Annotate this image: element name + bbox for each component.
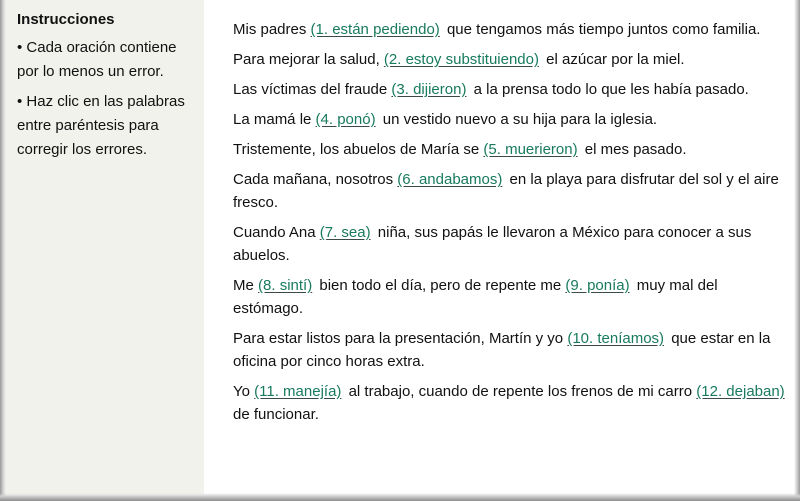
- sentence: Cada mañana, nosotros (6. andabamos) en …: [233, 168, 788, 214]
- frame-edge-bottom: [0, 493, 800, 501]
- frame-edge-right: [794, 0, 800, 501]
- sentence: Para estar listos para la presentación, …: [233, 327, 788, 373]
- error-word-link[interactable]: (10. teníamos): [567, 330, 667, 347]
- sentence-text: Yo: [233, 383, 255, 400]
- error-word-link[interactable]: (11. manejía): [254, 383, 344, 400]
- sentence-text: el mes pasado.: [580, 141, 687, 158]
- sentence-text: Cada mañana, nosotros: [233, 171, 398, 188]
- error-word-link[interactable]: (7. sea): [320, 224, 374, 241]
- sentence-text: Me: [233, 277, 259, 294]
- instruction-item: • Cada oración contiene por lo menos un …: [17, 39, 177, 80]
- sentence-text: que tengamos más tiempo juntos como fami…: [442, 21, 761, 38]
- sentence-text: a la prensa todo lo que les había pasado…: [469, 81, 749, 98]
- sentence: Tristemente, los abuelos de María se (5.…: [233, 138, 788, 161]
- exercise-frame: Instrucciones • Cada oración contiene po…: [0, 0, 800, 501]
- error-word-link[interactable]: (9. ponía): [565, 277, 632, 294]
- sentence-text: La mamá le: [233, 111, 316, 128]
- sentence-text: bien todo el día, pero de repente me: [315, 277, 566, 294]
- sentence-list: Mis padres (1. están pediendo) que tenga…: [233, 18, 788, 433]
- sentence: Yo (11. manejía) al trabajo, cuando de r…: [233, 380, 788, 426]
- sentence: Me (8. sintí) bien todo el día, pero de …: [233, 274, 788, 320]
- sentence-text: un vestido nuevo a su hija para la igles…: [378, 111, 658, 128]
- sentence: La mamá le (4. ponó) un vestido nuevo a …: [233, 108, 788, 131]
- error-word-link[interactable]: (6. andabamos): [397, 171, 505, 188]
- instruction-item: • Haz clic en las palabras entre parénte…: [17, 93, 185, 158]
- sentence-text: Para estar listos para la presentación, …: [233, 330, 568, 347]
- sentence-text: Mis padres: [233, 21, 311, 38]
- sentence-text: de funcionar.: [233, 406, 319, 423]
- sentence: Cuando Ana (7. sea) niña, sus papás le l…: [233, 221, 788, 267]
- frame-edge-left: [0, 0, 6, 501]
- sentence-text: Cuando Ana: [233, 224, 320, 241]
- error-word-link[interactable]: (12. dejaban): [696, 383, 787, 400]
- sentence-text: al trabajo, cuando de repente los frenos…: [344, 383, 697, 400]
- error-word-link[interactable]: (2. estoy substituiendo): [384, 51, 542, 68]
- error-word-link[interactable]: (1. están pediendo): [311, 21, 443, 38]
- sentence-text: Las víctimas del fraude: [233, 81, 392, 98]
- sentence: Las víctimas del fraude (3. dijieron) a …: [233, 78, 788, 101]
- instructions-panel: Instrucciones • Cada oración contiene po…: [4, 0, 204, 494]
- error-word-link[interactable]: (8. sintí): [258, 277, 315, 294]
- sentence-text: el azúcar por la miel.: [542, 51, 685, 68]
- sentence: Para mejorar la salud, (2. estoy substit…: [233, 48, 788, 71]
- sentence-text: Para mejorar la salud,: [233, 51, 384, 68]
- sentence-text: Tristemente, los abuelos de María se: [233, 141, 484, 158]
- error-word-link[interactable]: (4. ponó): [316, 111, 379, 128]
- instructions-title: Instrucciones: [17, 11, 115, 28]
- error-word-link[interactable]: (3. dijieron): [391, 81, 469, 98]
- sentence: Mis padres (1. están pediendo) que tenga…: [233, 18, 788, 41]
- error-word-link[interactable]: (5. muerieron): [483, 141, 580, 158]
